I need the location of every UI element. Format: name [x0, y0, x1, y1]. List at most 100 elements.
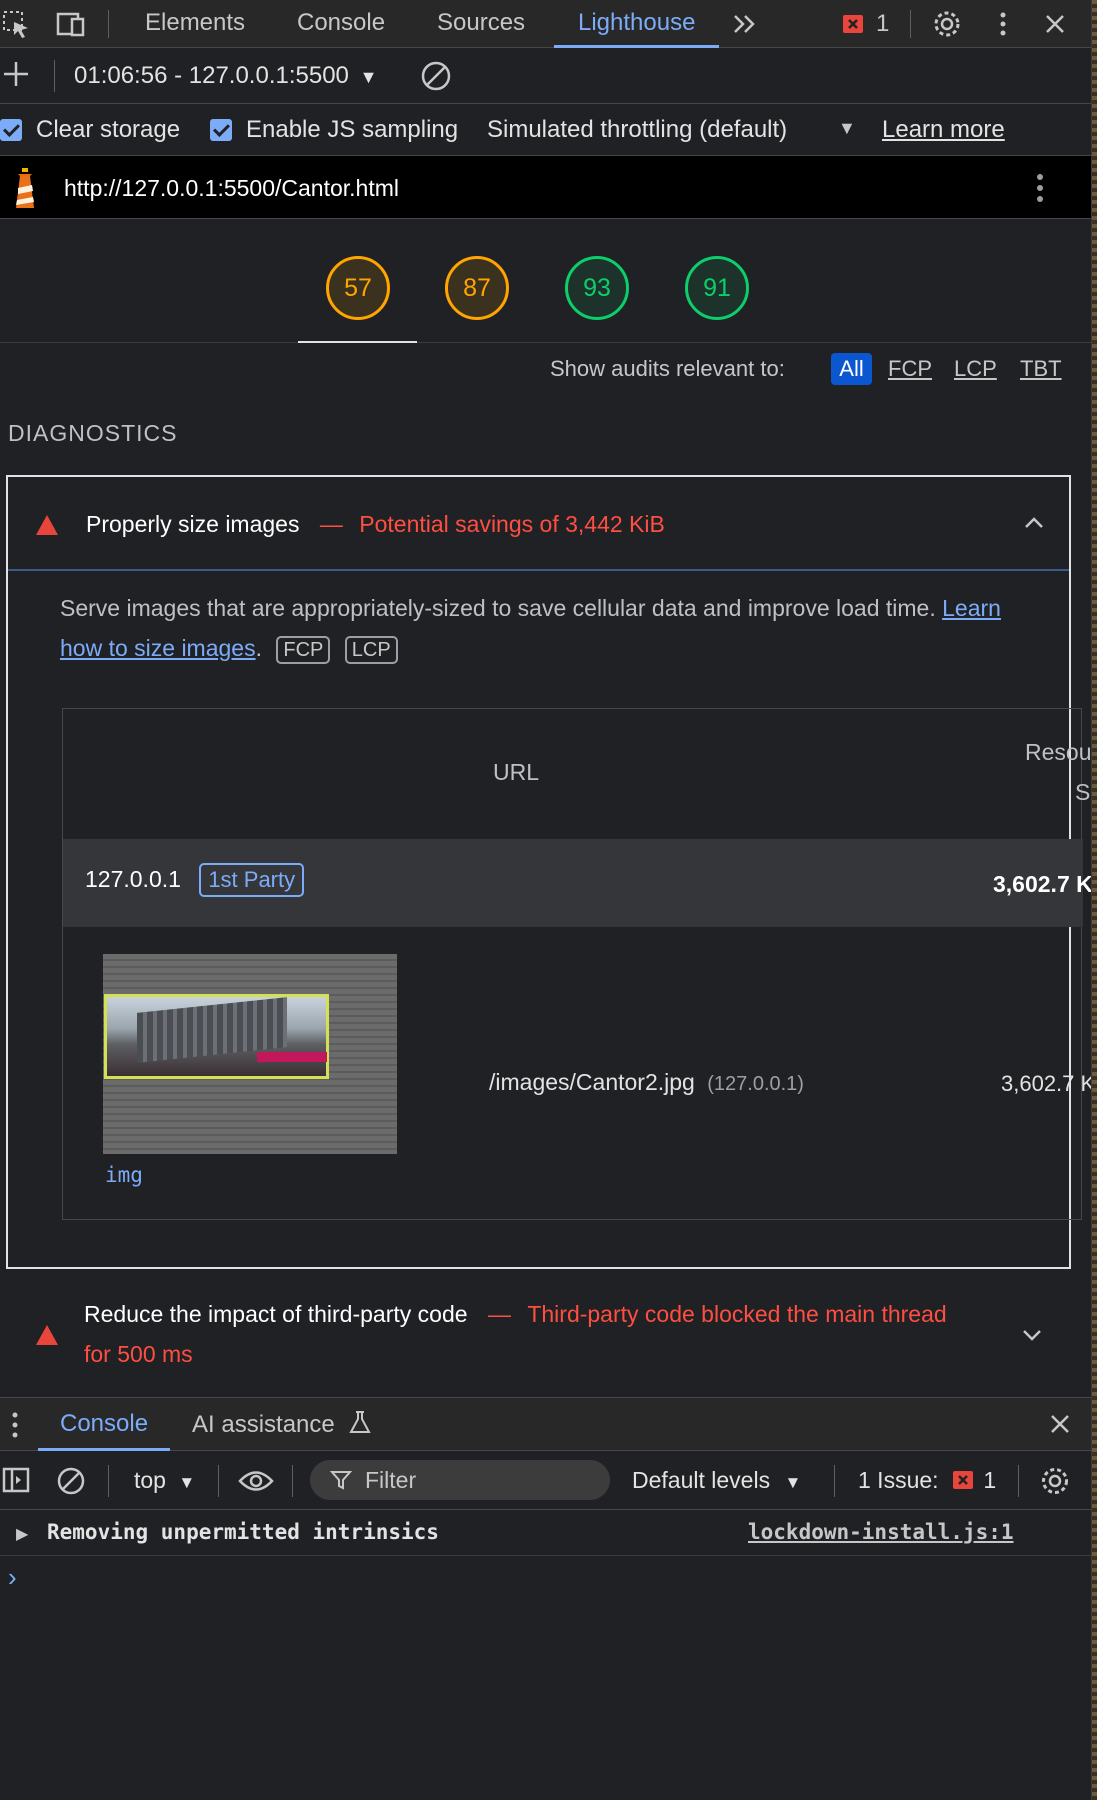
more-tabs-icon[interactable]	[730, 10, 760, 38]
close-icon[interactable]	[1040, 10, 1070, 38]
filter-chip-lcp[interactable]: LCP	[954, 356, 997, 382]
column-header-resource: Resour	[1025, 739, 1092, 765]
audit2-detail-line2: for 500 ms	[84, 1341, 193, 1367]
sidebar-toggle-icon[interactable]	[2, 1466, 30, 1494]
filter-chip-fcp[interactable]: FCP	[888, 356, 932, 382]
console-prompt[interactable]: ›	[8, 1562, 17, 1593]
tab-sources[interactable]: Sources	[437, 0, 525, 48]
audit-details-table: URL Resour Si 127.0.0.1 1st Party 3,602.…	[62, 708, 1091, 1220]
divider	[108, 10, 109, 38]
report-selector[interactable]: 01:06:56 - 127.0.0.1:5500 ▼	[74, 62, 377, 90]
js-sampling-checkbox[interactable]	[210, 119, 232, 141]
score-gauge-1[interactable]: 57	[326, 256, 390, 320]
clear-storage-checkbox[interactable]	[0, 119, 22, 141]
devtools-tabbar: Elements Console Sources Lighthouse 1	[0, 0, 1091, 48]
window-edge	[1092, 0, 1097, 1800]
audit2-detail-line1: Third-party code blocked the main thread	[527, 1301, 947, 1327]
tab-lighthouse[interactable]: Lighthouse	[554, 0, 720, 48]
throttling-dropdown-icon[interactable]: ▼	[838, 118, 856, 139]
issues-counter[interactable]: 1 Issue: 1	[858, 1467, 996, 1495]
learn-link-part2[interactable]: how to size images	[60, 635, 256, 661]
learn-link-part1[interactable]: Learn	[942, 595, 1001, 621]
entity-host: 127.0.0.1 1st Party	[85, 863, 305, 897]
resource-host: (127.0.0.1)	[707, 1073, 804, 1095]
new-report-icon[interactable]	[2, 54, 32, 94]
tab-console[interactable]: Console	[297, 0, 385, 48]
report-url-bar: http://127.0.0.1:5500/Cantor.html	[0, 156, 1091, 219]
expand-triangle-icon[interactable]: ▶	[16, 1524, 28, 1544]
resource-path: /images/Cantor2.jpg	[489, 1069, 695, 1095]
clear-console-icon[interactable]	[56, 1466, 86, 1496]
filter-chip-all[interactable]: All	[831, 353, 872, 385]
console-filter-input[interactable]: Filter	[310, 1460, 610, 1500]
divider	[54, 60, 55, 92]
audit-properly-size-images: Properly size images — Potential savings…	[6, 475, 1091, 1269]
context-selector[interactable]: top ▼	[134, 1467, 195, 1494]
audit-title: Properly size images — Potential savings…	[86, 511, 665, 538]
entity-host-text: 127.0.0.1	[85, 866, 181, 892]
live-expression-eye-icon[interactable]	[238, 1468, 274, 1494]
drawer-menu-icon[interactable]	[10, 1410, 22, 1440]
log-levels-label: Default levels	[632, 1467, 771, 1493]
resource-size: 3,602.7 K	[1001, 1071, 1092, 1096]
console-settings-gear-icon[interactable]	[1040, 1466, 1070, 1496]
report-selector-label: 01:06:56 - 127.0.0.1:5500	[74, 62, 349, 89]
table-row-entity: 127.0.0.1 1st Party 3,602.7 K	[63, 839, 1091, 927]
console-output: ▶ Removing unpermitted intrinsics lockdo…	[0, 1510, 1091, 1800]
fail-triangle-icon	[36, 1325, 58, 1345]
log-levels-dropdown[interactable]: Default levels ▼	[632, 1467, 801, 1494]
image-thumbnail[interactable]	[103, 954, 397, 1154]
error-badge-icon[interactable]	[842, 10, 864, 38]
divider	[834, 1465, 835, 1497]
filter-funnel-icon	[329, 1469, 353, 1496]
console-toolbar: top ▼ Filter Default levels ▼ 1 Issue: 1	[0, 1451, 1091, 1510]
chevron-up-icon[interactable]	[1022, 511, 1046, 535]
audit-description-line2: how to size images. FCP LCP	[60, 635, 398, 664]
divider	[1018, 1465, 1019, 1497]
first-party-badge: 1st Party	[199, 863, 305, 897]
flask-icon	[349, 1410, 372, 1441]
issue-count[interactable]: 1	[876, 10, 889, 38]
divider	[218, 1465, 219, 1497]
divider	[108, 1465, 109, 1497]
issues-count: 1	[983, 1467, 997, 1493]
js-sampling-label[interactable]: Enable JS sampling	[246, 116, 458, 144]
drawer-tabbar: Console AI assistance	[0, 1397, 1091, 1451]
device-toolbar-icon[interactable]	[56, 10, 86, 38]
report-menu-icon[interactable]	[1035, 172, 1047, 204]
metric-tag-lcp: LCP	[344, 636, 398, 664]
clear-report-icon[interactable]	[420, 60, 452, 92]
audit-separator: —	[319, 511, 343, 537]
lighthouse-options: Clear storage Enable JS sampling Simulat…	[0, 104, 1091, 156]
node-label-img[interactable]: img	[105, 1163, 143, 1187]
score-gauge-4[interactable]: 91	[685, 256, 749, 320]
drawer-tab-console[interactable]: Console	[38, 1398, 171, 1451]
audit2-separator: —	[487, 1301, 511, 1327]
tab-elements[interactable]: Elements	[145, 0, 245, 48]
filter-placeholder: Filter	[365, 1467, 417, 1493]
chevron-down-icon[interactable]	[1020, 1323, 1044, 1347]
close-drawer-icon[interactable]	[1048, 1412, 1072, 1436]
context-label: top	[134, 1467, 166, 1493]
clear-storage-label[interactable]: Clear storage	[36, 116, 180, 144]
resource-url[interactable]: /images/Cantor2.jpg (127.0.0.1)	[489, 1069, 804, 1096]
console-message-text: Removing unpermitted intrinsics	[47, 1520, 439, 1544]
chevron-down-icon: ▼	[359, 67, 378, 87]
settings-gear-icon[interactable]	[932, 10, 962, 38]
chevron-down-icon: ▼	[178, 1473, 196, 1492]
audit-header[interactable]: Properly size images — Potential savings…	[8, 477, 1069, 571]
learn-more-link[interactable]: Learn more	[882, 116, 1005, 144]
score-gauge-2[interactable]: 87	[445, 256, 509, 320]
diagnostics-heading: DIAGNOSTICS	[8, 420, 178, 446]
inspect-element-icon[interactable]	[2, 10, 32, 38]
ai-assistance-label: AI assistance	[192, 1410, 335, 1438]
entity-size: 3,602.7 K	[993, 871, 1092, 897]
lighthouse-logo-icon	[8, 164, 42, 212]
drawer-tab-ai-assistance[interactable]: AI assistance	[192, 1410, 372, 1441]
more-options-icon[interactable]	[988, 10, 1018, 38]
score-gauge-3[interactable]: 93	[565, 256, 629, 320]
filter-chip-tbt[interactable]: TBT	[1020, 356, 1062, 382]
audit-third-party-code[interactable]: Reduce the impact of third-party code — …	[6, 1269, 1071, 1399]
audit2-title-text: Reduce the impact of third-party code	[84, 1301, 468, 1327]
message-source-link[interactable]: lockdown-install.js:1	[748, 1520, 1014, 1544]
